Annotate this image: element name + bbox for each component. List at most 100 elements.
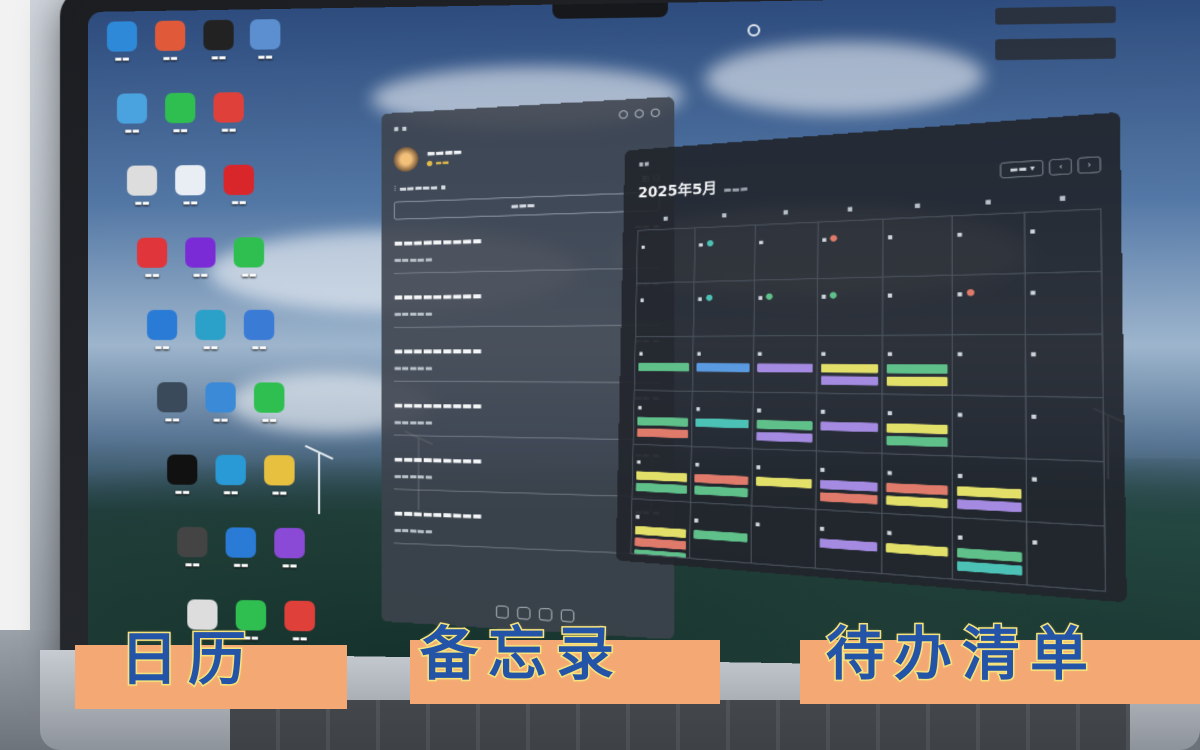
calendar-event[interactable] — [638, 362, 689, 372]
calendar-day-cell[interactable]: ▪ — [882, 454, 954, 519]
calendar-event[interactable] — [636, 471, 688, 483]
calendar-window[interactable]: ▪▪ 2025年5月 ▬▬▬ ▬▬ ▾ ‹ › ▪ ▪ ▪ ▪ ▪ ▪ ▪ ▪ ▪ ▪ ▪ ▪ ▪… — [615, 112, 1127, 603]
calendar-day-cell[interactable]: ▪ — [1025, 209, 1103, 274]
calendar-day-cell[interactable]: ▪ — [883, 394, 954, 457]
desktop-shortcut[interactable]: ▬▬ — [118, 165, 166, 208]
calendar-day-cell[interactable]: ▪ — [633, 390, 693, 447]
calendar-day-cell[interactable]: ▪ — [754, 279, 818, 337]
calendar-event[interactable] — [820, 421, 879, 433]
calendar-day-cell[interactable]: ▪ — [635, 282, 695, 338]
desktop-shortcut[interactable]: ▬▬ — [166, 165, 214, 208]
calendar-day-cell[interactable]: ▪ — [751, 449, 817, 510]
desktop-shortcut[interactable]: ▬▬ — [194, 19, 243, 63]
desktop-shortcut[interactable]: ▬▬ — [241, 19, 290, 62]
calendar-day-cell[interactable]: ▪ — [754, 222, 819, 281]
calendar-day-cell[interactable]: ▪ — [631, 499, 691, 559]
calendar-day-cell[interactable]: ▪ — [815, 509, 883, 575]
calendar-event[interactable] — [820, 363, 879, 374]
calendar-day-cell[interactable]: ▪ — [691, 391, 754, 450]
calendar-day-cell[interactable]: ▪ — [883, 216, 954, 278]
desktop-shortcut[interactable]: ▬▬ — [176, 237, 224, 280]
calendar-day-cell[interactable]: ▪ — [953, 395, 1028, 460]
desktop-shortcut[interactable]: ▬▬ — [156, 92, 204, 136]
close-icon[interactable] — [650, 108, 660, 118]
calendar-day-cell[interactable]: ▪ — [693, 280, 755, 337]
desktop-shortcut[interactable]: ▬▬ — [265, 527, 314, 571]
calendar-event[interactable] — [819, 479, 879, 492]
calendar-day-cell[interactable]: ▪ — [882, 513, 954, 580]
top-right-widget-secondary[interactable] — [995, 37, 1116, 61]
calendar-event[interactable] — [756, 431, 812, 443]
calendar-event[interactable] — [886, 495, 949, 509]
calendar-day-cell[interactable]: ▪ — [817, 219, 884, 280]
calendar-event[interactable] — [957, 499, 1022, 513]
calendar-day-cell[interactable]: ▪ — [1026, 396, 1105, 463]
calendar-day-cell[interactable]: ▪ — [883, 275, 954, 336]
calendar-day-cell[interactable]: ▪ — [690, 446, 753, 507]
calendar-event[interactable] — [957, 561, 1023, 576]
calendar-day-cell[interactable]: ▪ — [816, 393, 884, 455]
desktop-shortcut[interactable]: ▬▬ — [235, 309, 284, 352]
desktop-shortcut[interactable]: ▬▬ — [158, 454, 206, 497]
desktop-shortcut[interactable]: ▬▬ — [245, 382, 294, 425]
calendar-event[interactable] — [819, 538, 878, 552]
calendar-event[interactable] — [634, 525, 687, 538]
calendar-event[interactable] — [957, 547, 1023, 563]
calendar-event[interactable] — [755, 476, 812, 489]
calendar-day-cell[interactable]: ▪ — [953, 273, 1027, 336]
calendar-day-cell[interactable]: ▪ — [632, 444, 692, 503]
calendar-day-cell[interactable]: ▪ — [817, 277, 884, 337]
calendar-day-cell[interactable]: ▪ — [753, 336, 818, 394]
calendar-event[interactable] — [756, 419, 812, 431]
desktop-shortcut[interactable]: ▬▬ — [98, 21, 146, 64]
desktop-shortcut[interactable]: ▬▬ — [168, 526, 216, 570]
minimize-icon[interactable] — [634, 109, 644, 119]
desktop-shortcut[interactable]: ▬▬ — [225, 237, 274, 280]
calendar-day-cell[interactable]: ▪ — [1026, 334, 1104, 399]
calendar-event[interactable] — [634, 549, 686, 559]
calendar-day-cell[interactable]: ▪ — [634, 336, 694, 392]
memo-user-header[interactable]: ▬▬▬▬ ● ▬▬ — [393, 134, 660, 173]
calendar-day-cell[interactable]: ▪ — [952, 213, 1026, 276]
calendar-event[interactable] — [694, 485, 748, 498]
calendar-event[interactable] — [886, 543, 949, 557]
calendar-event[interactable] — [636, 428, 688, 439]
desktop-shortcut[interactable]: ▬▬ — [128, 237, 176, 280]
memo-category-row[interactable]: ⁝ ▬▬▬▬▬ ▪ ⊞ ⊡ — [394, 173, 660, 193]
desktop-shortcut[interactable]: ▬▬ — [146, 20, 194, 63]
calendar-event[interactable] — [887, 364, 949, 374]
calendar-day-cell[interactable]: ▪ — [1027, 522, 1107, 593]
calendar-day-cell[interactable]: ▪ — [637, 228, 696, 284]
calendar-day-cell[interactable]: ▪ — [751, 506, 816, 569]
calendar-event[interactable] — [886, 482, 949, 496]
calendar-event[interactable] — [635, 482, 687, 494]
calendar-event[interactable] — [696, 363, 750, 373]
calendar-day-cell[interactable]: ▪ — [689, 502, 752, 564]
desktop-shortcut[interactable]: ▬▬ — [186, 309, 234, 352]
calendar-event[interactable] — [957, 486, 1022, 499]
calendar-day-cell[interactable]: ▪ — [953, 518, 1028, 586]
calendar-event[interactable] — [886, 423, 949, 435]
view-dropdown[interactable]: ▬▬ ▾ — [1000, 159, 1045, 179]
calendar-day-cell[interactable]: ▪ — [883, 335, 954, 396]
desktop-shortcut[interactable]: ▬▬ — [214, 164, 263, 208]
avatar[interactable] — [393, 146, 419, 173]
calendar-day-cell[interactable]: ▪ — [953, 335, 1027, 397]
top-right-widget[interactable] — [995, 6, 1116, 25]
calendar-event[interactable] — [820, 375, 879, 386]
calendar-event[interactable] — [634, 537, 686, 550]
calendar-day-cell[interactable]: ▪ — [953, 456, 1028, 523]
memo-list-item[interactable]: ▬▬ ▬▬▬▬▬▬▬▬▬▬▬▬▬▬▬ — [393, 211, 660, 274]
desktop-shortcut[interactable]: ▬▬ — [255, 455, 304, 498]
calendar-event[interactable] — [637, 416, 689, 427]
calendar-event[interactable] — [887, 376, 949, 387]
calendar-day-cell[interactable]: ▪ — [694, 225, 756, 283]
desktop-shortcut[interactable]: ▬▬ — [138, 309, 186, 352]
desktop-shortcut[interactable]: ▬▬ — [196, 382, 245, 425]
calendar-day-cell[interactable]: ▪ — [815, 451, 884, 514]
desktop-shortcut[interactable]: ▬▬ — [108, 93, 156, 136]
desktop-shortcut[interactable]: ▬▬ — [206, 454, 255, 498]
next-month-button[interactable]: › — [1077, 156, 1102, 175]
desktop-shortcut[interactable]: ▬▬ — [217, 527, 266, 570]
pin-icon[interactable] — [618, 110, 628, 120]
